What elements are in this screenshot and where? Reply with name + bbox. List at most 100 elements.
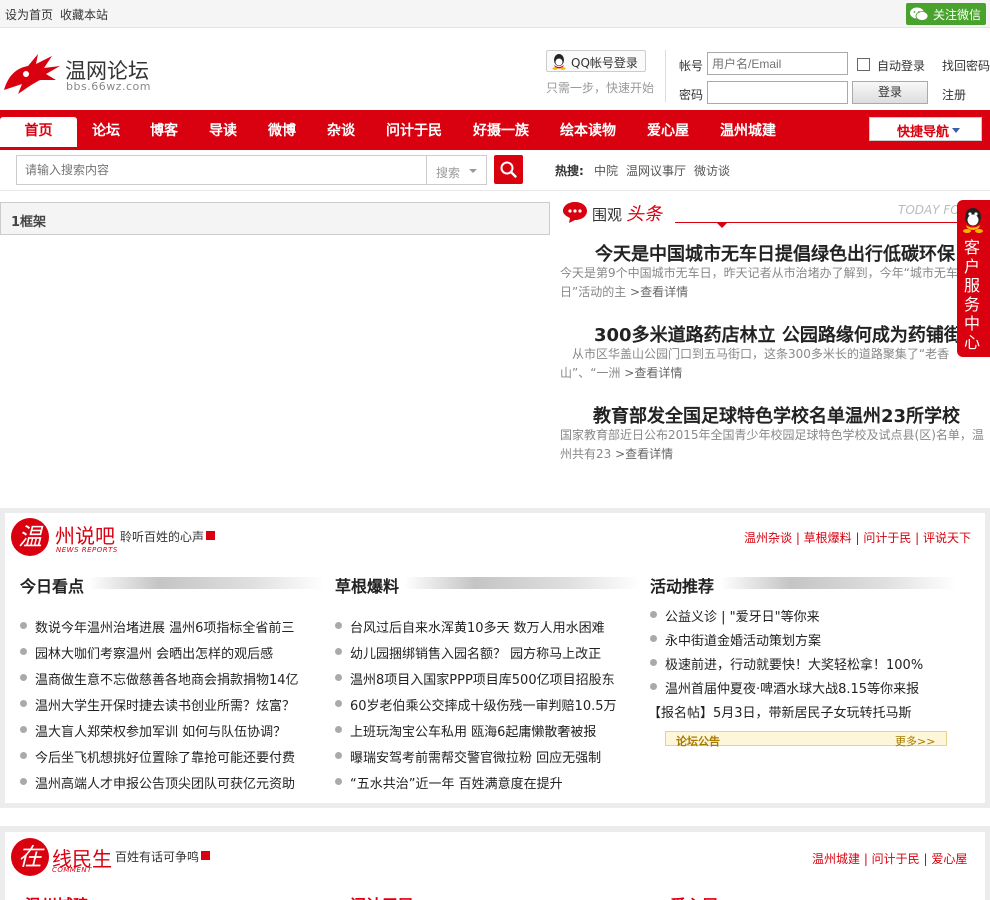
chat-bubble-icon	[563, 202, 587, 223]
bullet-icon	[650, 659, 657, 666]
password-input[interactable]	[707, 81, 848, 104]
list-item[interactable]: 上班玩淘宝公车私用 瓯海6起庸懒散奢被报	[335, 721, 596, 740]
bullet-icon	[650, 683, 657, 690]
section-logo-icon: 温	[11, 518, 49, 556]
list-item[interactable]: 曝瑞安驾考前需帮交警官微拉粉 回应无强制	[335, 747, 602, 766]
list-item-text: 曝瑞安驾考前需帮交警官微拉粉 回应无强制	[350, 751, 602, 766]
nav-item-blog[interactable]: 博客	[150, 120, 178, 140]
list-item-text: “五水共治”近一年 百姓满意度在提升	[350, 777, 563, 792]
column-title-underlay	[88, 577, 324, 589]
headline-more-link[interactable]: >查看详情	[630, 285, 688, 299]
nav-item-guide[interactable]: 导读	[209, 120, 237, 140]
auto-login-checkbox[interactable]	[857, 58, 870, 71]
list-item-text: 60岁老伯乘公交摔成十级伤残一审判赔10.5万	[350, 699, 617, 714]
section-logo-icon: 在	[11, 838, 49, 876]
set-home-link[interactable]: 设为首页	[5, 6, 53, 23]
headline-more-link[interactable]: >查看详情	[615, 447, 673, 461]
list-item[interactable]: 公益义诊 | "爱牙日"等你来	[650, 606, 820, 625]
search-icon	[500, 161, 517, 178]
hot-term-interview[interactable]: 微访谈	[694, 162, 730, 179]
list-item[interactable]: 温州大学生开保时捷去读书创业所需？炫富？	[20, 695, 296, 714]
nav-item-chat[interactable]: 杂谈	[327, 120, 355, 140]
list-item-text: 温州大学生开保时捷去读书创业所需？炫富？	[35, 699, 296, 714]
frame-label: 1框架	[11, 215, 47, 230]
list-item[interactable]: 温商做生意不忘做慈善各地商会捐款捐物14亿	[20, 669, 299, 688]
nav-item-home[interactable]: 首页	[0, 117, 77, 147]
section-links[interactable]: 温州杂谈 | 草根爆料 | 问计于民 | 评说天下	[744, 529, 971, 546]
list-item[interactable]: 园林大咖们考察温州 会晒出怎样的观后感	[20, 643, 273, 662]
bullet-icon	[335, 674, 342, 681]
list-item[interactable]: 数说今年温州治堵进展 温州6项指标全省前三	[20, 617, 295, 636]
find-password-link[interactable]: 找回密码	[942, 57, 990, 74]
hot-term-court[interactable]: 中院	[594, 162, 618, 179]
nav-item-weibo[interactable]: 微博	[268, 120, 296, 140]
list-item[interactable]: 永中街道金婚活动策划方案	[650, 630, 822, 649]
wechat-label: 关注微信	[933, 8, 982, 22]
register-link[interactable]: 注册	[942, 86, 966, 103]
list-item-text: 幼儿园捆绑销售入园名额？ 园方称马上改正	[350, 647, 602, 662]
list-item[interactable]: 台风过后自来水浑黄10多天 数万人用水困难	[335, 617, 605, 636]
list-item-text: 数说今年温州治堵进展 温州6项指标全省前三	[35, 621, 295, 636]
list-item[interactable]: 温大盲人郑荣权参加军训 如何与队伍协调？	[20, 721, 287, 740]
bullet-icon	[20, 674, 27, 681]
quick-nav-button[interactable]: 快捷导航	[869, 117, 982, 141]
nav-item-forum[interactable]: 论坛	[92, 120, 120, 140]
bullet-icon	[650, 635, 657, 642]
forum-notice-bar[interactable]: 论坛公告 更多>>	[665, 731, 947, 749]
list-item-text: 今后坐飞机想挑好位置除了靠抢可能还要付费	[35, 751, 296, 766]
headline-summary: 国家教育部近日公布2015年全国青少年校园足球特色学校及试点县(区)名单，温州共…	[560, 426, 985, 464]
list-item[interactable]: 温州首届仲夏夜·啤酒水球大战8.15等你来报	[650, 678, 919, 697]
headlines-today-tag: TODAY FO	[898, 203, 960, 217]
bullet-icon	[335, 700, 342, 707]
hot-search-label: 热搜:	[555, 164, 584, 178]
wechat-icon	[910, 7, 929, 21]
nav-item-urban-construction[interactable]: 温州城建	[720, 120, 776, 140]
headline-summary: 今天是第9个中国城市无车日，昨天记者从市治堵办了解到，今年“城市无车日”活动的主…	[560, 264, 985, 302]
login-button[interactable]: 登录	[852, 81, 928, 104]
flag-icon	[201, 851, 210, 860]
account-input[interactable]	[707, 52, 848, 75]
bullet-icon	[335, 648, 342, 655]
list-item-text: 温大盲人郑荣权参加军训 如何与队伍协调？	[35, 725, 287, 740]
list-item[interactable]: 温州高端人才申报公告顶尖团队可获亿元资助	[20, 773, 295, 792]
chevron-down-icon	[469, 169, 477, 173]
headline-more-link[interactable]: >查看详情	[624, 366, 682, 380]
wechat-follow-button[interactable]: 关注微信	[906, 3, 986, 25]
list-item-text: 公益义诊 | "爱牙日"等你来	[665, 610, 820, 625]
headline-summary: 从市区华盖山公园门口到五马街口，这条300多米长的道路聚集了“老香山”、“一洲 …	[560, 345, 985, 383]
site-logo-icon[interactable]	[2, 50, 62, 96]
bookmark-link[interactable]: 收藏本站	[60, 6, 108, 23]
column-title: 活动推荐	[650, 577, 715, 596]
svg-text:在: 在	[18, 843, 45, 871]
customer-service-tab[interactable]: 客户服务中心	[957, 200, 990, 357]
qq-login-button[interactable]: QQ帐号登录	[546, 50, 646, 72]
headline-title[interactable]: 300多米道路药店林立 公园路缘何成为药铺街	[594, 321, 962, 347]
headlines-title-accent: 头条	[626, 204, 662, 225]
list-item[interactable]: 温州8项目入国家PPP项目库500亿项目招股东	[335, 669, 615, 688]
nav-item-ask-people[interactable]: 问计于民	[386, 120, 442, 140]
search-button[interactable]	[494, 155, 523, 184]
customer-service-label: 客户服务中心	[964, 238, 981, 352]
list-item[interactable]: 【报名帖】5月3日，带新居民子女玩转托马斯	[648, 702, 912, 721]
site-domain: bbs.66wz.com	[66, 80, 151, 93]
list-item[interactable]: 幼儿园捆绑销售入园名额？ 园方称马上改正	[335, 643, 602, 662]
nav-item-picture-books[interactable]: 绘本读物	[560, 120, 616, 140]
list-item-text: 永中街道金婚活动策划方案	[665, 634, 822, 649]
hot-term-discussion-hall[interactable]: 温网议事厅	[626, 162, 686, 179]
headline-title[interactable]: 今天是中国城市无车日提倡绿色出行低碳环保	[595, 240, 955, 266]
column-title: 今日看点	[20, 577, 85, 596]
list-item[interactable]: 极速前进，行动就要快！大奖轻松拿！100%	[650, 654, 923, 673]
bullet-icon	[20, 752, 27, 759]
search-input[interactable]	[16, 155, 427, 185]
bullet-icon	[335, 622, 342, 629]
list-item[interactable]: “五水共治”近一年 百姓满意度在提升	[335, 773, 563, 792]
list-item[interactable]: 今后坐飞机想挑好位置除了靠抢可能还要付费	[20, 747, 296, 766]
headline-title[interactable]: 教育部发全国足球特色学校名单温州23所学校	[593, 402, 960, 428]
search-type-select[interactable]: 搜索	[427, 155, 487, 185]
list-item[interactable]: 60岁老伯乘公交摔成十级伤残一审判赔10.5万	[335, 695, 617, 714]
nav-item-charity[interactable]: 爱心屋	[647, 120, 689, 140]
forum-notice-title: 论坛公告	[676, 735, 720, 748]
forum-notice-more-link[interactable]: 更多>>	[895, 733, 935, 749]
section-links[interactable]: 温州城建 | 问计于民 | 爱心屋	[812, 850, 967, 867]
nav-item-photo[interactable]: 好摄一族	[473, 120, 529, 140]
